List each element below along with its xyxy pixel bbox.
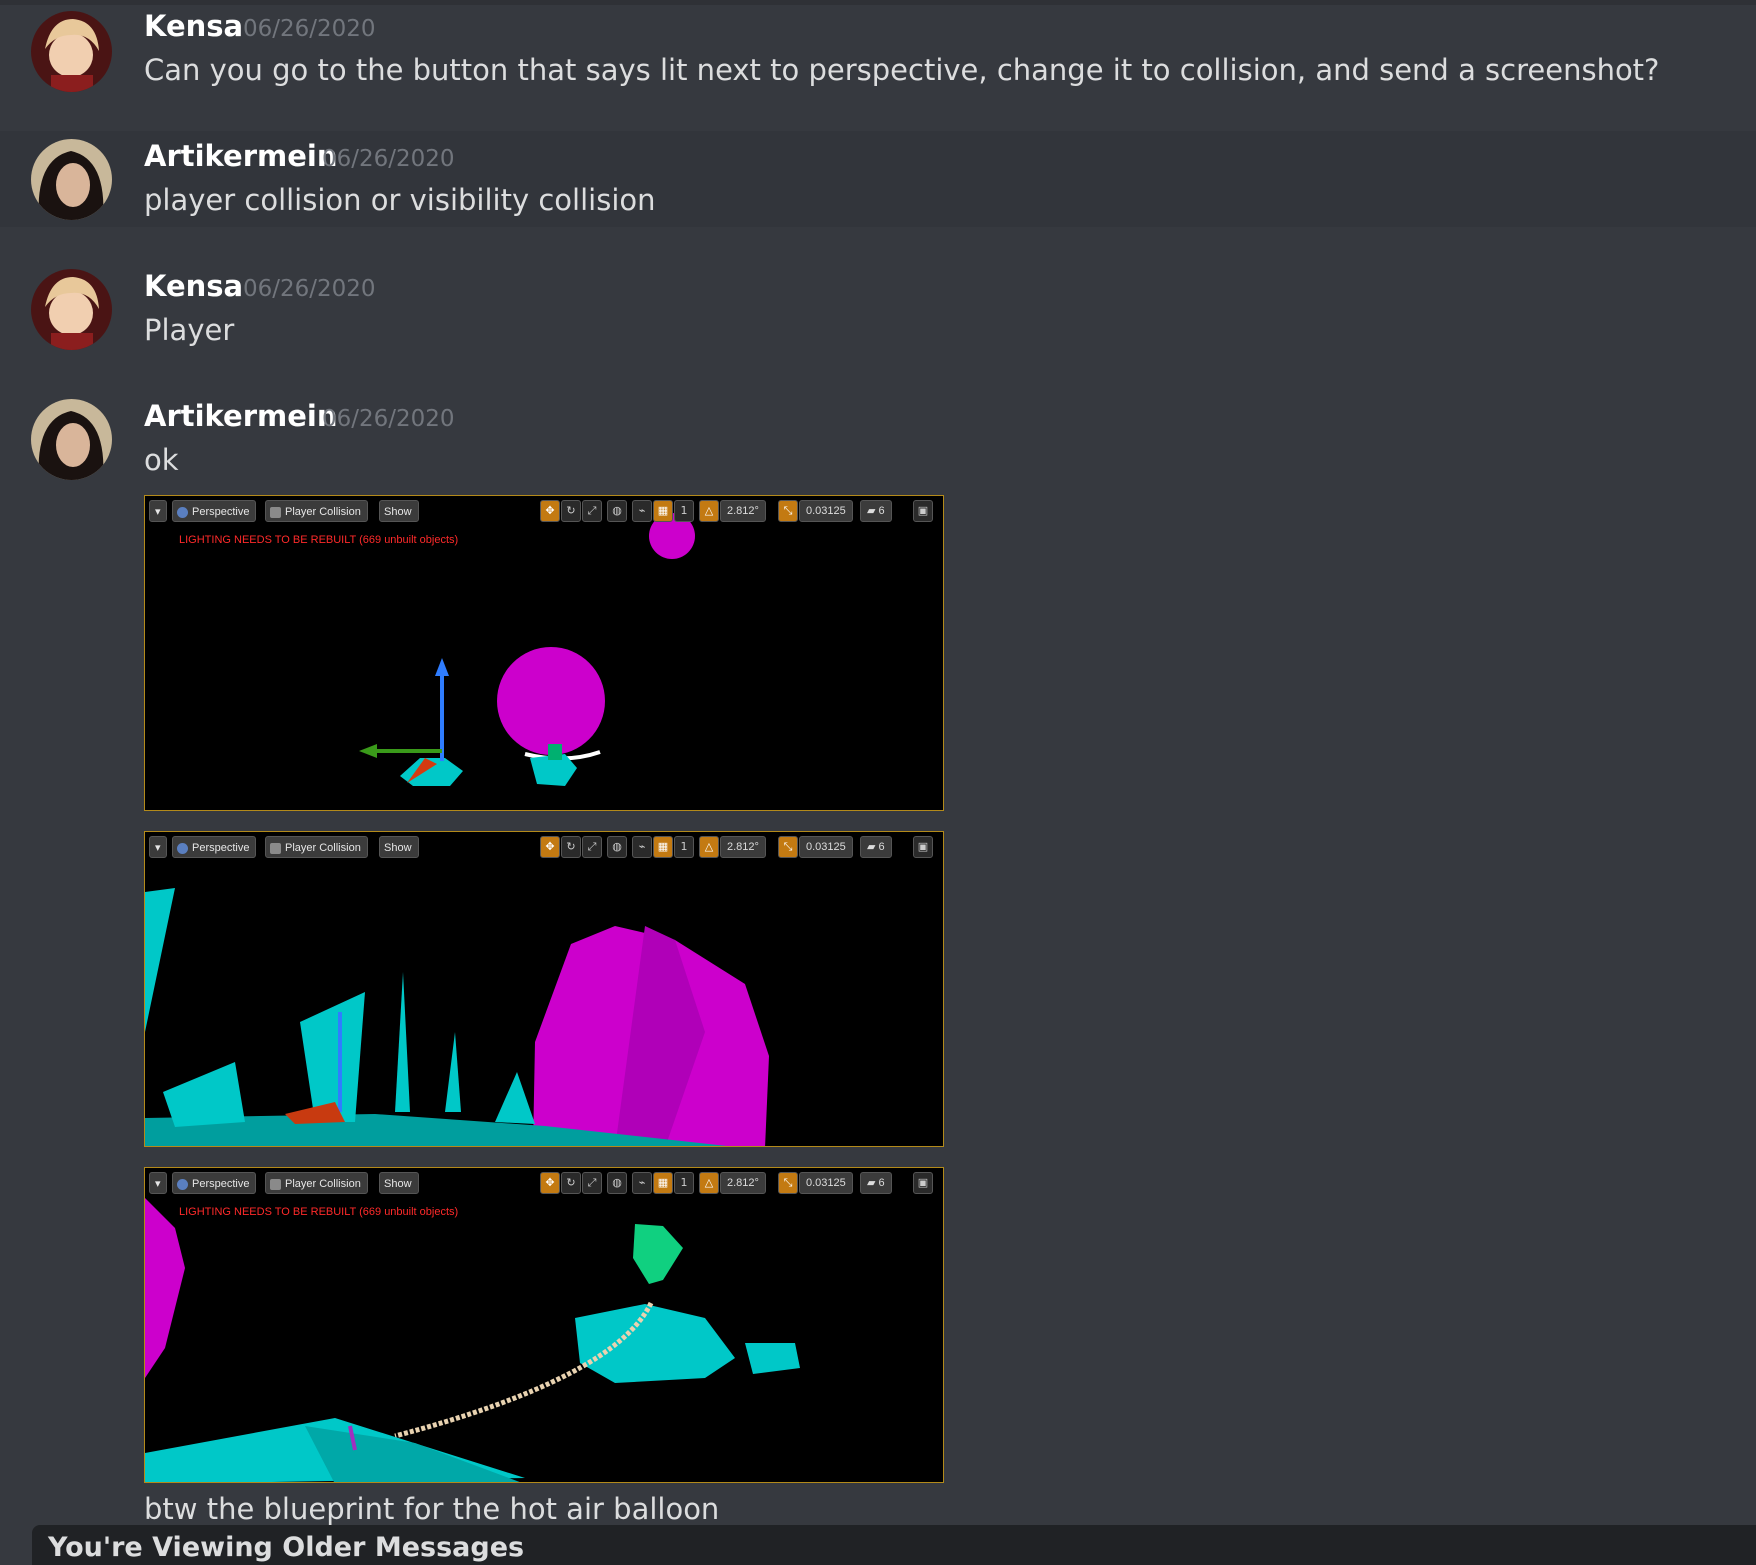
message-text: Player bbox=[144, 313, 235, 347]
message-text: player collision or visibility collision bbox=[144, 183, 656, 217]
author-name[interactable]: Artikermein bbox=[144, 399, 338, 433]
grid-snap-icon[interactable]: ▦ bbox=[653, 1172, 673, 1194]
rotation-snap-icon[interactable]: △ bbox=[699, 836, 719, 858]
message-text: Can you go to the button that says lit n… bbox=[144, 53, 1660, 87]
surface-snap-icon[interactable]: ⌁ bbox=[632, 500, 652, 522]
camera-speed-button[interactable]: ▰ 6 bbox=[860, 836, 892, 858]
view-mode-label: Player Collision bbox=[285, 842, 361, 854]
perspective-icon bbox=[177, 1178, 188, 1190]
attachment-image-2[interactable]: ▾ Perspective Player Collision Show ✥ ↻ … bbox=[144, 831, 944, 1147]
message-4: Artikermein 06/26/2020 ok ▾ Perspective … bbox=[0, 387, 1756, 1526]
rotation-snap-icon[interactable]: △ bbox=[699, 1172, 719, 1194]
perspective-icon bbox=[177, 842, 188, 854]
message-1: Kensa 06/26/2020 Can you go to the butto… bbox=[0, 5, 1756, 131]
lighting-warning: LIGHTING NEEDS TO BE REBUILT (669 unbuil… bbox=[179, 534, 459, 546]
message-text: ok bbox=[144, 443, 179, 477]
show-button[interactable]: Show bbox=[379, 836, 419, 858]
camera-speed-value: 6 bbox=[878, 841, 885, 853]
rotation-snap-value[interactable]: 2.812° bbox=[720, 836, 766, 858]
camera-icon: ▰ bbox=[867, 505, 879, 517]
view-mode-label: Player Collision bbox=[285, 1178, 361, 1190]
scale-snap-icon[interactable]: ⤡ bbox=[778, 836, 798, 858]
rotation-snap-icon[interactable]: △ bbox=[699, 500, 719, 522]
attachment-image-1[interactable]: ▾ Perspective Player Collision Show ✥ ↻ … bbox=[144, 495, 944, 811]
camera-speed-button[interactable]: ▰ 6 bbox=[860, 500, 892, 522]
world-space-icon[interactable]: ◍ bbox=[607, 500, 627, 522]
artikermein-avatar[interactable] bbox=[31, 399, 112, 480]
message-timestamp: 06/26/2020 bbox=[243, 276, 376, 302]
show-button[interactable]: Show bbox=[379, 500, 419, 522]
scale-snap-value[interactable]: 0.03125 bbox=[799, 1172, 853, 1194]
translate-tool-icon[interactable]: ✥ bbox=[540, 1172, 560, 1194]
scale-snap-value[interactable]: 0.03125 bbox=[799, 836, 853, 858]
author-name[interactable]: Artikermein bbox=[144, 139, 338, 173]
camera-speed-value: 6 bbox=[878, 505, 885, 517]
camera-icon: ▰ bbox=[867, 841, 879, 853]
camera-speed-button[interactable]: ▰ 6 bbox=[860, 1172, 892, 1194]
maximize-viewport-icon[interactable]: ▣ bbox=[913, 500, 933, 522]
translate-tool-icon[interactable]: ✥ bbox=[540, 836, 560, 858]
rotation-snap-value[interactable]: 2.812° bbox=[720, 1172, 766, 1194]
grid-snap-icon[interactable]: ▦ bbox=[653, 836, 673, 858]
banner-text: You're Viewing Older Messages bbox=[48, 1532, 525, 1563]
viewport-scene bbox=[145, 888, 769, 1146]
viewport-options-dropdown[interactable]: ▾ bbox=[149, 1172, 167, 1194]
grid-size-value[interactable]: 1 bbox=[674, 836, 694, 858]
attachment-image-3[interactable]: ▾ Perspective Player Collision Show ✥ ↻ … bbox=[144, 1167, 944, 1483]
rotate-tool-icon[interactable]: ↻ bbox=[561, 500, 581, 522]
grid-size-value[interactable]: 1 bbox=[674, 500, 694, 522]
scale-tool-icon[interactable]: ⤢ bbox=[582, 836, 602, 858]
world-space-icon[interactable]: ◍ bbox=[607, 836, 627, 858]
translate-tool-icon[interactable]: ✥ bbox=[540, 500, 560, 522]
message-2: Artikermein 06/26/2020 player collision … bbox=[0, 131, 1756, 227]
surface-snap-icon[interactable]: ⌁ bbox=[632, 1172, 652, 1194]
rotate-tool-icon[interactable]: ↻ bbox=[561, 836, 581, 858]
kensa-avatar[interactable] bbox=[31, 269, 112, 350]
collision-icon bbox=[270, 842, 281, 854]
surface-snap-icon[interactable]: ⌁ bbox=[632, 836, 652, 858]
grid-snap-icon[interactable]: ▦ bbox=[653, 500, 673, 522]
viewport-options-dropdown[interactable]: ▾ bbox=[149, 500, 167, 522]
scale-snap-icon[interactable]: ⤡ bbox=[778, 500, 798, 522]
scale-snap-value[interactable]: 0.03125 bbox=[799, 500, 853, 522]
scale-snap-icon[interactable]: ⤡ bbox=[778, 1172, 798, 1194]
message-text: btw the blueprint for the hot air balloo… bbox=[144, 1492, 720, 1526]
rotation-snap-value[interactable]: 2.812° bbox=[720, 500, 766, 522]
view-mode-button[interactable]: Player Collision bbox=[265, 1172, 368, 1194]
maximize-viewport-icon[interactable]: ▣ bbox=[913, 836, 933, 858]
collision-icon bbox=[270, 1178, 281, 1190]
scale-tool-icon[interactable]: ⤢ bbox=[582, 1172, 602, 1194]
message-timestamp: 06/26/2020 bbox=[322, 406, 455, 432]
message-timestamp: 06/26/2020 bbox=[322, 146, 455, 172]
author-name[interactable]: Kensa bbox=[144, 9, 243, 43]
perspective-label: Perspective bbox=[192, 842, 250, 854]
view-mode-button[interactable]: Player Collision bbox=[265, 836, 368, 858]
viewport-options-dropdown[interactable]: ▾ bbox=[149, 836, 167, 858]
collision-icon bbox=[270, 506, 281, 518]
older-messages-banner[interactable]: You're Viewing Older Messages bbox=[32, 1525, 1756, 1565]
author-name[interactable]: Kensa bbox=[144, 269, 243, 303]
show-button[interactable]: Show bbox=[379, 1172, 419, 1194]
grid-size-value[interactable]: 1 bbox=[674, 1172, 694, 1194]
view-mode-button[interactable]: Player Collision bbox=[265, 500, 368, 522]
perspective-icon bbox=[177, 506, 188, 518]
message-3: Kensa 06/26/2020 Player bbox=[0, 257, 1756, 357]
world-space-icon[interactable]: ◍ bbox=[607, 1172, 627, 1194]
kensa-avatar[interactable] bbox=[31, 11, 112, 92]
scale-tool-icon[interactable]: ⤢ bbox=[582, 500, 602, 522]
maximize-viewport-icon[interactable]: ▣ bbox=[913, 1172, 933, 1194]
lighting-warning: LIGHTING NEEDS TO BE REBUILT (669 unbuil… bbox=[179, 1206, 459, 1218]
message-timestamp: 06/26/2020 bbox=[243, 16, 376, 42]
rotate-tool-icon[interactable]: ↻ bbox=[561, 1172, 581, 1194]
perspective-button[interactable]: Perspective bbox=[172, 1172, 257, 1194]
camera-speed-value: 6 bbox=[878, 1177, 885, 1189]
perspective-button[interactable]: Perspective bbox=[172, 836, 257, 858]
view-mode-label: Player Collision bbox=[285, 506, 361, 518]
perspective-label: Perspective bbox=[192, 1178, 250, 1190]
artikermein-avatar[interactable] bbox=[31, 139, 112, 220]
perspective-button[interactable]: Perspective bbox=[172, 500, 257, 522]
perspective-label: Perspective bbox=[192, 506, 250, 518]
camera-icon: ▰ bbox=[867, 1177, 879, 1189]
